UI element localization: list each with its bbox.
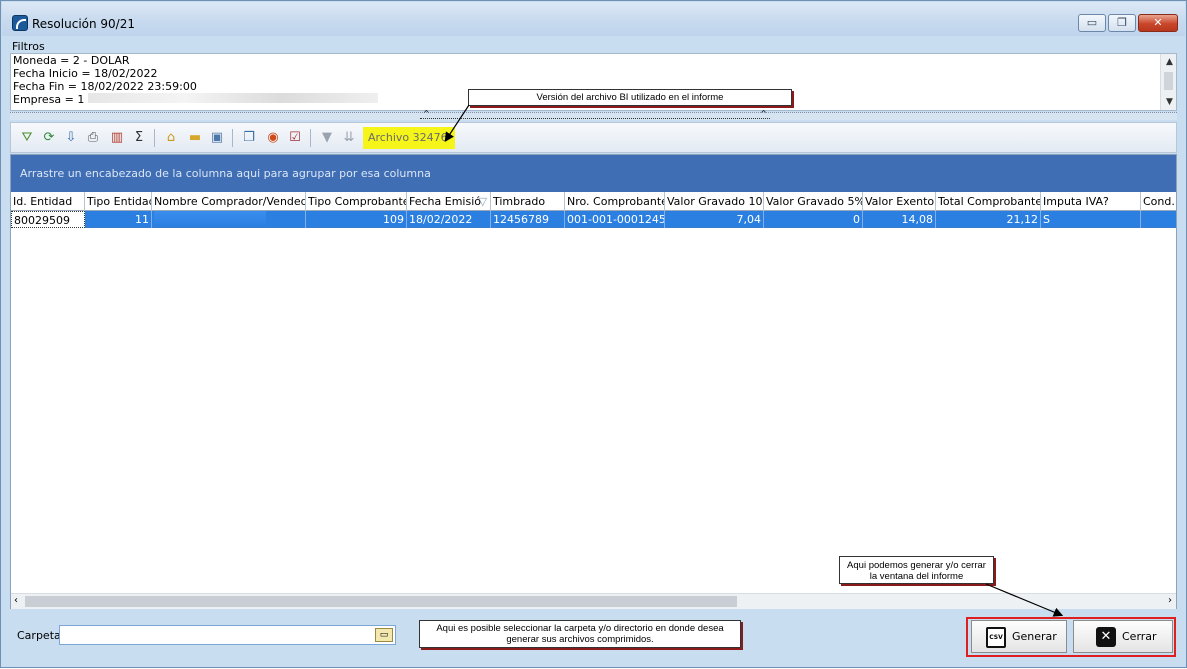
arrow-to-archivo (444, 104, 470, 143)
arrow-to-buttons (985, 583, 1064, 617)
callout-arrows (444, 104, 1064, 617)
report-window: Resolución 90/21 ▭ ❐ ✕ Filtros Moneda = … (0, 0, 1187, 668)
